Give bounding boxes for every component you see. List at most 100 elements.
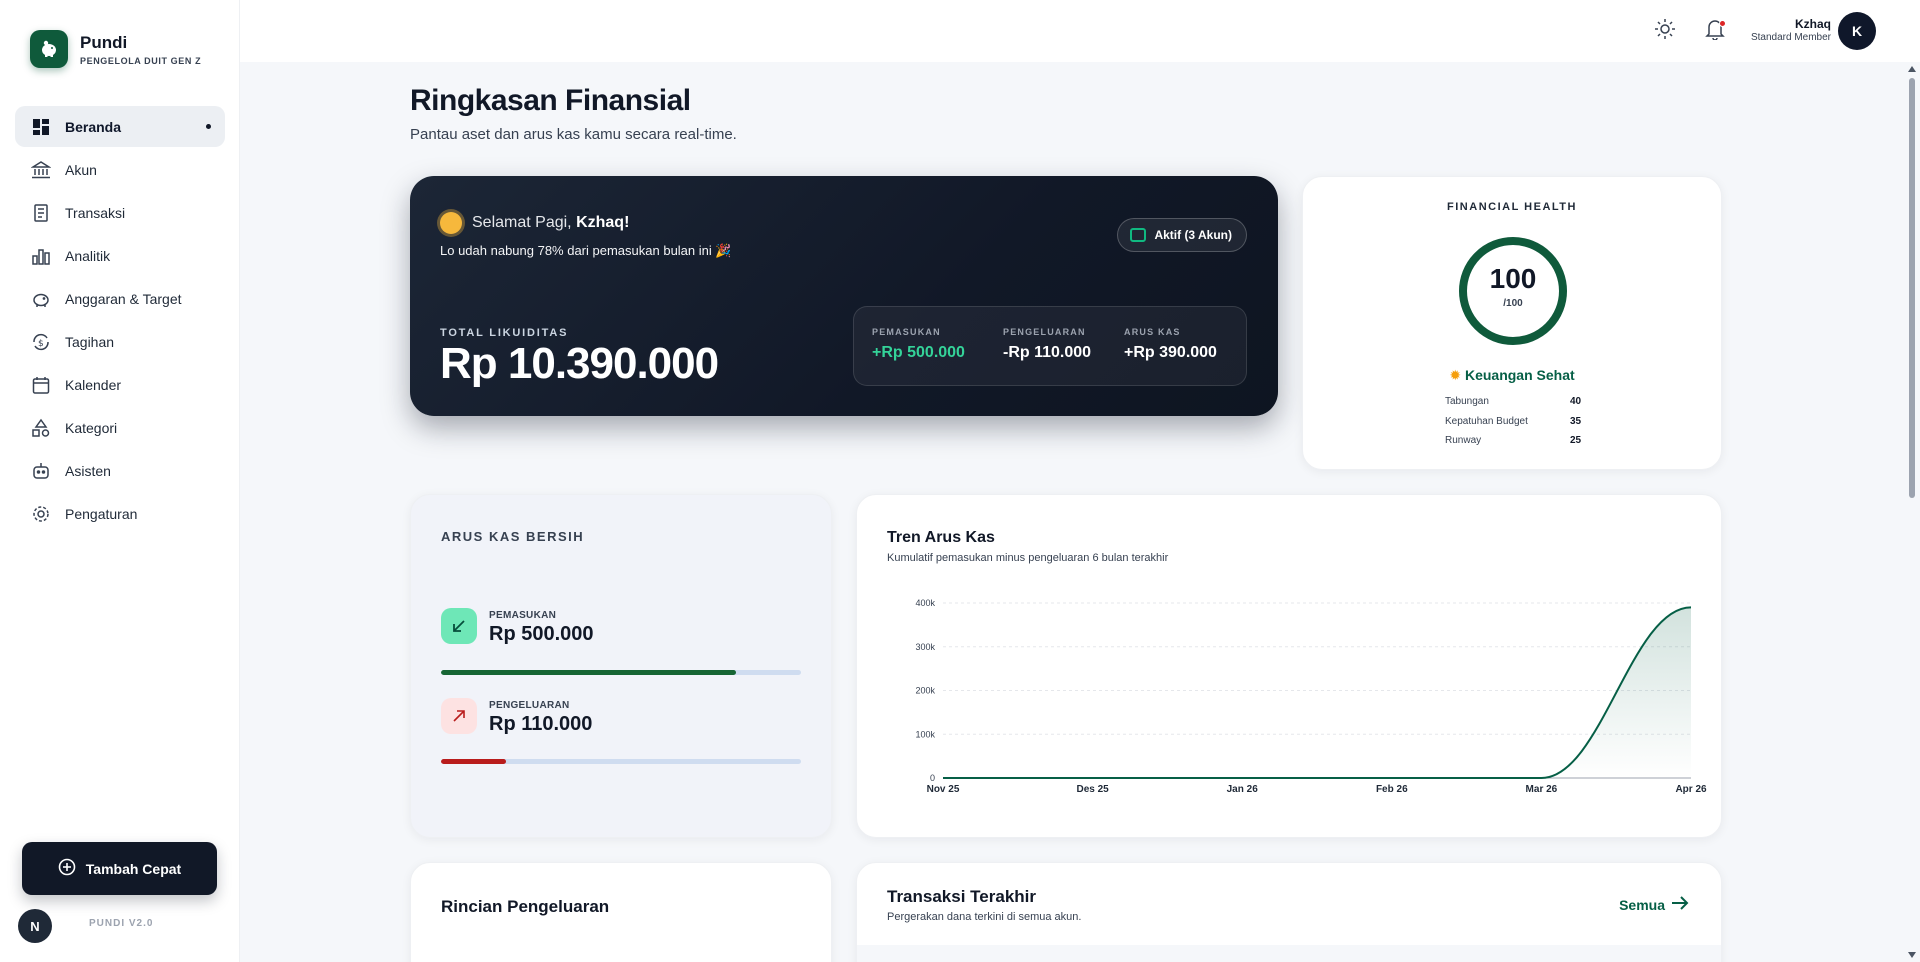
y-tick-label: 400k	[915, 598, 935, 608]
greeting-prefix: Selamat Pagi,	[472, 214, 577, 231]
health-status-label: Keuangan Sehat	[1464, 367, 1575, 383]
y-tick-label: 100k	[915, 729, 935, 739]
user-avatar[interactable]: K	[1838, 12, 1876, 50]
sidebar-item-label: Kategori	[65, 419, 118, 436]
sidebar-item-asisten[interactable]: Asisten	[15, 450, 225, 491]
sidebar-item-kalender[interactable]: Kalender	[15, 364, 225, 405]
cashflow-trend-card: Tren Arus Kas Kumulatif pemasukan minus …	[856, 494, 1722, 838]
sun-icon	[1654, 18, 1676, 45]
financial-health-card: FINANCIAL HEALTH 100 /100 ✹ Keuangan Seh…	[1302, 176, 1722, 470]
expense-label: PENGELUARAN	[489, 700, 570, 711]
brand-name: Pundi	[80, 32, 128, 52]
x-tick-label: Apr 26	[1675, 784, 1707, 795]
active-indicator	[206, 124, 211, 129]
quick-add-button[interactable]: Tambah Cepat	[22, 842, 217, 895]
stat-value: -Rp 110.000	[1003, 344, 1092, 361]
sidebar-item-analitik[interactable]: Analitik	[15, 235, 225, 276]
health-row-value: 35	[1570, 416, 1582, 427]
expense-bar-fill	[441, 759, 506, 764]
stat-label: PEMASUKAN	[872, 327, 941, 337]
expense-breakdown-card: Rincian Pengeluaran	[410, 862, 832, 962]
plus-circle-icon	[58, 858, 76, 879]
health-row-value: 40	[1570, 396, 1582, 407]
income-label: PEMASUKAN	[489, 610, 557, 621]
sidebar-item-tagihan[interactable]: $ Tagihan	[15, 321, 225, 362]
brand[interactable]: Pundi PENGELOLA DUIT GEN Z	[30, 30, 201, 68]
see-all-link[interactable]: Semua	[1619, 896, 1689, 913]
x-tick-label: Nov 25	[927, 784, 960, 795]
calendar-icon	[31, 375, 51, 395]
page-scrollbar[interactable]	[1904, 62, 1920, 962]
sidebar-item-beranda[interactable]: Beranda	[15, 106, 225, 147]
gear-icon	[31, 504, 51, 524]
sidebar-item-akun[interactable]: Akun	[15, 149, 225, 190]
user-role: Standard Member	[1750, 32, 1831, 43]
sun-icon: ✹	[1449, 367, 1462, 383]
y-tick-label: 300k	[915, 642, 935, 652]
income-value: Rp 500.000	[489, 623, 594, 645]
user-name: Kzhaq	[1795, 17, 1831, 31]
arrow-right-icon	[1671, 896, 1689, 913]
top-bar: Kzhaq Standard Member K	[240, 0, 1920, 62]
stat-label: PENGELUARAN	[1003, 327, 1086, 337]
sidebar-item-transaksi[interactable]: Transaksi	[15, 192, 225, 233]
bar-chart-icon	[31, 246, 51, 266]
see-all-label: Semua	[1619, 896, 1665, 913]
scroll-thumb[interactable]	[1909, 78, 1915, 498]
stat-label: ARUS KAS	[1124, 327, 1181, 337]
x-tick-label: Mar 26	[1526, 784, 1558, 795]
trend-area	[943, 607, 1691, 778]
sidebar-item-label: Beranda	[65, 118, 122, 135]
refresh-dollar-icon: $	[31, 332, 51, 352]
income-bar-fill	[441, 670, 737, 675]
scroll-down-arrow-icon[interactable]	[1908, 952, 1916, 958]
theme-toggle-button[interactable]	[1653, 18, 1677, 45]
x-tick-label: Jan 26	[1227, 784, 1259, 795]
stat-expense: PENGELUARAN -Rp 110.000	[1003, 327, 1091, 362]
stat-cashflow: ARUS KAS +Rp 390.000	[1124, 327, 1217, 362]
notifications-button[interactable]	[1703, 19, 1727, 43]
greeting: Selamat Pagi, Kzhaq!	[440, 212, 629, 234]
transactions-list	[857, 945, 1721, 962]
hero-stats-panel: PEMASUKAN +Rp 500.000 PENGELUARAN -Rp 11…	[853, 306, 1247, 386]
sidebar-nav: Beranda Akun Transaksi Analitik Anggaran…	[15, 106, 225, 536]
income-bar	[441, 670, 801, 675]
recent-transactions-title: Transaksi Terakhir	[887, 887, 1036, 906]
page-subtitle: Pantau aset dan arus kas kamu secara rea…	[410, 126, 737, 143]
app-root: Pundi PENGELOLA DUIT GEN Z Beranda Akun …	[0, 0, 1920, 962]
wallet-icon	[1130, 228, 1147, 242]
stat-income: PEMASUKAN +Rp 500.000	[872, 327, 965, 362]
health-row-label: Kepatuhan Budget	[1445, 416, 1528, 427]
savings-message: Lo udah nabung 78% dari pemasukan bulan …	[440, 243, 732, 258]
total-liquidity-value: Rp 10.390.000	[440, 339, 719, 388]
health-row-tabungan: Tabungan 40	[1445, 396, 1585, 407]
brand-tagline: PENGELOLA DUIT GEN Z	[80, 55, 202, 66]
sidebar-item-kategori[interactable]: Kategori	[15, 407, 225, 448]
sidebar-item-pengaturan[interactable]: Pengaturan	[15, 493, 225, 534]
notification-dot	[1719, 20, 1726, 27]
sidebar-item-label: Anggaran & Target	[65, 290, 182, 307]
quick-add-label: Tambah Cepat	[85, 860, 182, 877]
expense-breakdown-title: Rincian Pengeluaran	[441, 897, 610, 916]
arrow-down-left-icon	[441, 608, 477, 644]
health-row-value: 25	[1570, 435, 1582, 446]
page-title: Ringkasan Finansial	[410, 84, 691, 117]
scroll-up-arrow-icon[interactable]	[1908, 66, 1916, 72]
greeting-name: Kzhaq!	[576, 214, 630, 231]
version-label: PUNDI V2.0	[89, 918, 154, 929]
sun-icon	[440, 212, 462, 234]
footer-avatar[interactable]: N	[18, 909, 52, 943]
sidebar-item-anggaran[interactable]: Anggaran & Target	[15, 278, 225, 319]
liquidity-hero-card: Selamat Pagi, Kzhaq! Lo udah nabung 78% …	[410, 176, 1278, 416]
sidebar-item-label: Asisten	[65, 462, 111, 479]
shapes-icon	[31, 418, 51, 438]
health-row-label: Runway	[1445, 435, 1482, 446]
sidebar-item-label: Transaksi	[65, 204, 126, 221]
stat-value: +Rp 500.000	[872, 344, 965, 361]
health-row-runway: Runway 25	[1445, 435, 1585, 446]
health-title: FINANCIAL HEALTH	[1447, 201, 1577, 213]
active-accounts-badge[interactable]: Aktif (3 Akun)	[1117, 218, 1247, 252]
bank-icon	[31, 160, 51, 180]
sidebar-item-label: Akun	[65, 161, 97, 178]
sidebar-item-label: Pengaturan	[65, 505, 138, 522]
